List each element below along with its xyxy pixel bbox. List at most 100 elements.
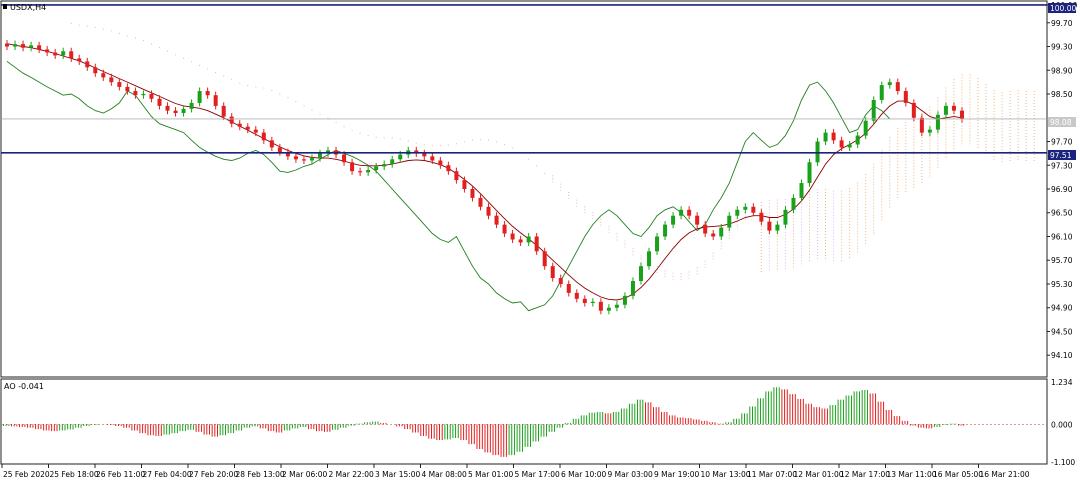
chart-root: 100.00 99.70 99.30 98.90 98.50 97.70 97.30 96.9… <box>0 0 1077 479</box>
candle-body <box>277 147 282 153</box>
y-tick-label: 96.50 <box>1051 209 1073 218</box>
candle-body <box>117 82 122 87</box>
candle-body <box>37 45 42 50</box>
candle-body <box>679 209 684 216</box>
candle-body <box>703 224 708 234</box>
candle-body <box>317 153 322 159</box>
price-tag-mid: 98.08 <box>1050 118 1072 127</box>
candle-body <box>799 183 804 198</box>
candle-body <box>943 105 948 115</box>
y-tick-label: 97.30 <box>1051 161 1073 170</box>
x-tick-label: 13 Mar 11:00 <box>887 470 937 479</box>
ao-tick-label: 1.234 <box>1051 378 1073 387</box>
candle-body <box>189 102 194 109</box>
x-tick-label: 12 Mar 17:00 <box>840 470 890 479</box>
candle-body <box>518 239 523 243</box>
y-tick-label: 95.70 <box>1051 256 1073 265</box>
x-tick-label: 16 Mar 21:00 <box>980 470 1030 479</box>
candle-body <box>550 266 555 279</box>
candle-body <box>719 227 724 237</box>
candle-body <box>342 154 347 163</box>
candle-body <box>687 209 692 216</box>
candle-body <box>85 61 90 68</box>
candle-body <box>45 49 50 53</box>
candle-body <box>13 44 18 47</box>
candle-body <box>582 298 587 303</box>
x-tick-label: 4 Mar 08:00 <box>422 470 468 479</box>
candle-body <box>374 166 379 171</box>
x-tick-label: 28 Feb 13:00 <box>236 470 285 479</box>
candle-body <box>21 44 26 48</box>
candle-body <box>221 105 226 117</box>
candle-body <box>253 129 258 133</box>
candle-body <box>301 159 306 161</box>
x-tick-label: 6 Mar 10:00 <box>561 470 607 479</box>
candle-body <box>871 99 876 121</box>
candle-body <box>309 158 314 161</box>
candle-body <box>622 295 627 305</box>
x-tick-label: 27 Feb 20:00 <box>189 470 238 479</box>
candle-body <box>590 301 595 303</box>
candle-body <box>29 45 34 48</box>
ao-axis: 1.234 0.000 -1.100 <box>1051 378 1075 467</box>
y-tick-label: 98.50 <box>1051 90 1073 99</box>
candle-body <box>598 301 603 311</box>
ao-label: AO -0.041 <box>4 382 44 391</box>
x-tick-label: 2 Mar 22:00 <box>329 470 375 479</box>
candle-body <box>935 114 940 130</box>
candle-body <box>141 94 146 96</box>
y-tick-label: 98.90 <box>1051 66 1073 75</box>
candle-body <box>486 206 491 216</box>
candle-body <box>478 197 483 207</box>
candle-body <box>470 189 475 198</box>
candle-body <box>791 197 796 210</box>
candle-body <box>759 212 764 222</box>
candle-body <box>727 215 732 228</box>
candle-body <box>438 160 443 166</box>
price-axis: 100.00 99.70 99.30 98.90 98.50 97.70 97.30 96.9… <box>1047 1 1077 360</box>
x-tick-label: 25 Feb 2020 <box>3 470 50 479</box>
candle-body <box>237 123 242 127</box>
candle-body <box>422 153 427 157</box>
ao-panel-frame <box>0 378 1048 465</box>
candle-body <box>919 117 924 133</box>
candle-body <box>430 156 435 161</box>
ao-tick-label: -1.100 <box>1051 458 1075 467</box>
y-tick-label: 96.10 <box>1051 232 1073 241</box>
candle-body <box>494 215 499 225</box>
x-tick-label: 5 Mar 01:00 <box>468 470 514 479</box>
x-tick-label: 2 Mar 06:00 <box>282 470 328 479</box>
candle-body <box>695 215 700 225</box>
candle-body <box>213 95 218 106</box>
y-tick-label: 97.70 <box>1051 138 1073 147</box>
candle-body <box>446 165 451 172</box>
x-tick-label: 25 Feb 18:00 <box>50 470 99 479</box>
candle-body <box>173 110 178 114</box>
candle-body <box>205 91 210 96</box>
candle-body <box>293 156 298 160</box>
candle-body <box>510 233 515 240</box>
candle-body <box>269 140 274 148</box>
candle-body <box>149 94 154 99</box>
candle-body <box>671 215 676 225</box>
y-tick-label: 94.50 <box>1051 327 1073 336</box>
symbol-label: USDX,H4 <box>10 3 46 12</box>
candle-body <box>839 140 844 148</box>
candle-body <box>197 91 202 103</box>
candle-body <box>863 120 868 136</box>
candle-body <box>5 43 10 47</box>
candle-body <box>165 105 170 111</box>
candle-body <box>959 110 964 119</box>
candle-body <box>903 91 908 103</box>
candle-body <box>534 236 539 252</box>
y-tick-label: 99.30 <box>1051 43 1073 52</box>
candle-body <box>831 132 836 141</box>
candle-body <box>927 129 932 133</box>
ao-tick-label: 0.000 <box>1051 420 1073 429</box>
candle-body <box>61 51 66 56</box>
candle-body <box>711 233 716 237</box>
candle-body <box>101 73 106 78</box>
candle-body <box>454 171 459 181</box>
candle-body <box>951 105 956 111</box>
candle-body <box>606 307 611 311</box>
